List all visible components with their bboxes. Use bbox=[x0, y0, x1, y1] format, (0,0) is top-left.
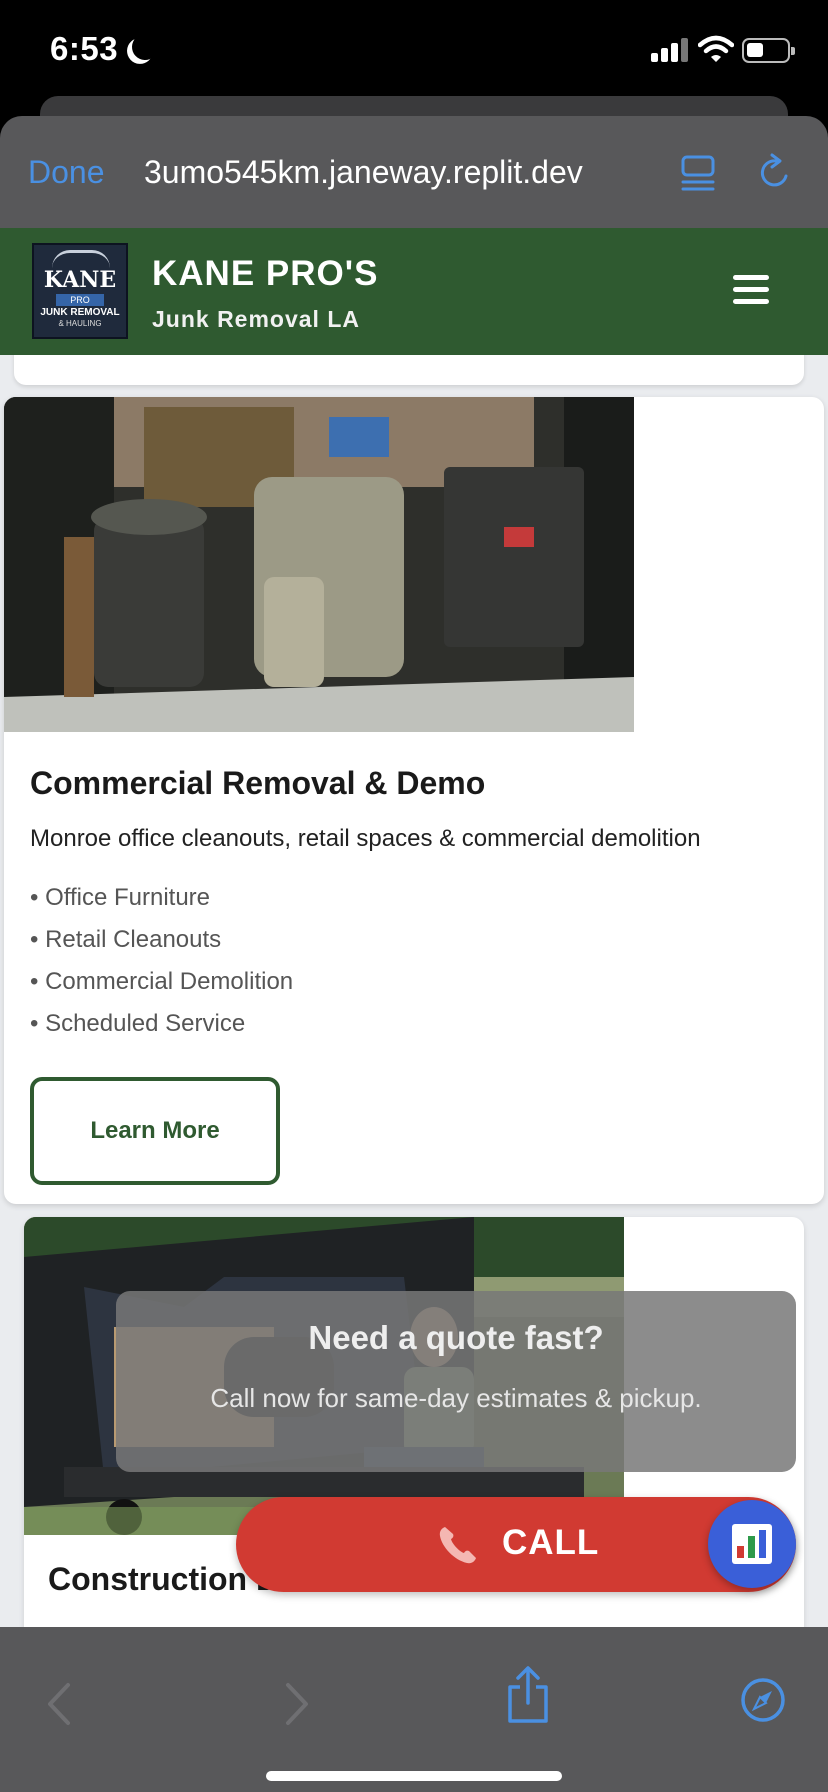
feature-item: • Commercial Demolition bbox=[30, 968, 294, 995]
done-button[interactable]: Done bbox=[28, 154, 105, 191]
wifi-icon bbox=[698, 35, 734, 62]
reload-icon[interactable] bbox=[756, 152, 794, 192]
moon-icon bbox=[128, 30, 161, 63]
brand-name[interactable]: KANE PRO'S bbox=[152, 254, 378, 294]
brand-tagline: Junk Removal LA bbox=[152, 306, 360, 332]
feature-list: • Office Furniture • Retail Cleanouts • … bbox=[30, 883, 293, 1051]
service-card-commercial: Commercial Removal & Demo Monroe office … bbox=[4, 397, 824, 1204]
url-field[interactable]: 3umo545km.janeway.replit.dev bbox=[144, 154, 648, 191]
phone-icon bbox=[439, 1527, 476, 1564]
service-title: Commercial Removal & Demo bbox=[30, 765, 486, 801]
share-icon[interactable] bbox=[506, 1665, 550, 1725]
quote-subtitle: Call now for same-day estimates & pickup… bbox=[210, 1383, 702, 1413]
browser-toolbar bbox=[0, 1627, 828, 1792]
logo[interactable]: KANE PRO JUNK REMOVAL & HAULING bbox=[32, 243, 128, 339]
browser-address-bar: Done 3umo545km.janeway.replit.dev bbox=[0, 116, 828, 228]
service-photo-commercial bbox=[4, 397, 634, 732]
forward-arrow-icon[interactable] bbox=[282, 1679, 312, 1729]
battery-icon bbox=[742, 38, 795, 63]
feature-item: • Office Furniture bbox=[30, 884, 211, 911]
status-bar: 6:53 bbox=[0, 0, 828, 100]
service-description: Monroe office cleanouts, retail spaces &… bbox=[30, 825, 701, 852]
analytics-button[interactable] bbox=[708, 1500, 796, 1588]
logo-text-junk-removal: JUNK REMOVAL bbox=[40, 307, 120, 318]
logo-text-kane: KANE bbox=[43, 267, 117, 293]
call-label: CALL bbox=[502, 1523, 600, 1562]
previous-card-edge bbox=[14, 355, 804, 385]
back-arrow-icon[interactable] bbox=[44, 1679, 74, 1729]
compass-icon[interactable] bbox=[740, 1677, 786, 1723]
learn-more-button[interactable]: Learn More bbox=[30, 1077, 280, 1185]
logo-crest bbox=[52, 250, 110, 268]
quote-title: Need a quote fast? bbox=[308, 1319, 604, 1356]
home-indicator[interactable] bbox=[266, 1771, 562, 1781]
status-time: 6:53 bbox=[50, 30, 119, 67]
quote-popup[interactable]: Need a quote fast? Call now for same-day… bbox=[116, 1291, 796, 1472]
logo-text-hauling: & HAULING bbox=[58, 319, 102, 328]
bar-chart-icon bbox=[732, 1524, 772, 1564]
signal-icon bbox=[651, 38, 689, 62]
logo-text-pro: PRO bbox=[56, 294, 104, 306]
hamburger-menu-icon[interactable] bbox=[733, 275, 769, 305]
reader-mode-icon[interactable] bbox=[680, 152, 716, 192]
feature-item: • Scheduled Service bbox=[30, 1010, 246, 1037]
feature-item: • Retail Cleanouts bbox=[30, 926, 222, 953]
site-header: KANE PRO JUNK REMOVAL & HAULING KANE PRO… bbox=[0, 228, 828, 355]
